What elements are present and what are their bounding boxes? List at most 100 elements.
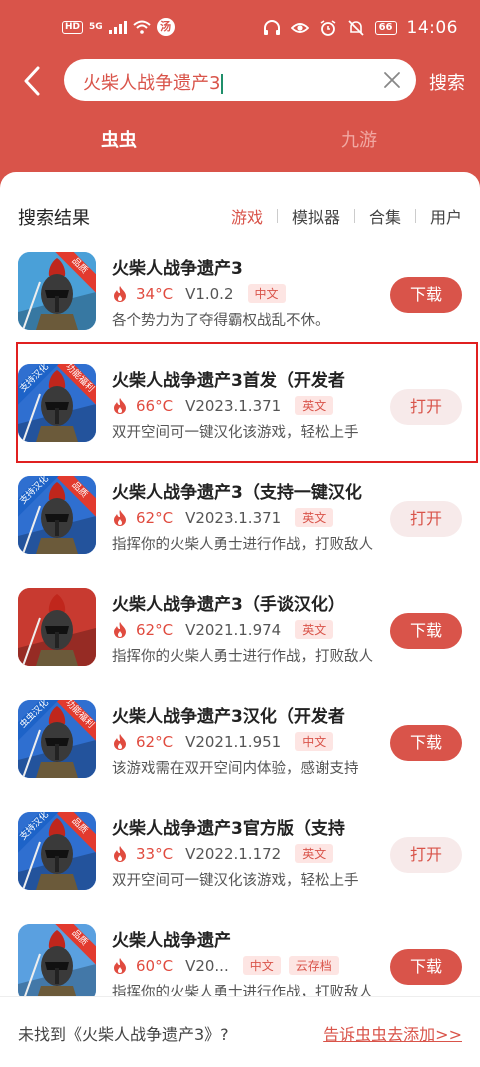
tab-chongchong[interactable]: 虫虫 [101,126,137,152]
battery-icon: 66 [374,21,397,35]
status-right: 66 14:06 [263,18,458,38]
version-label: V2023.1.371 [185,396,282,415]
network-type: 5G [89,22,103,32]
heat-value: 33°C [136,844,174,863]
request-add-link[interactable]: 告诉虫虫去添加>> [323,1021,462,1045]
game-description: 该游戏需在双开空间内体验，感谢支持 [112,761,359,777]
game-title: 火柴人战争遗产3汉化（开发者 [112,707,345,727]
language-tag: 英文 [295,508,334,527]
game-icon: 品质 [18,924,96,1002]
version-label: V1.0.2 [185,284,234,303]
heat-value: 60°C [136,956,174,975]
flame-icon [114,397,126,414]
result-item[interactable]: 功能福利 支持汉化 火柴人战争遗产3首发（开发者 66°C V2023.1.371 英文双… [0,360,480,472]
version-label: V20... [185,956,229,975]
game-description: 指挥你的火柴人勇士进行作战，打败敌人 [112,537,373,553]
version-label: V2021.1.974 [185,620,282,639]
open-button[interactable]: 打开 [390,501,462,537]
results-title: 搜索结果 [18,208,90,229]
download-button[interactable]: 下载 [390,949,462,985]
alarm-icon [320,20,336,36]
flame-icon [114,621,126,638]
divider [276,209,278,223]
download-button[interactable]: 下载 [390,725,462,761]
flame-icon [114,733,126,750]
flame-icon [114,845,126,862]
game-title: 火柴人战争遗产3（手谈汉化） [112,595,345,615]
game-meta: 34°C V1.0.2 中文 [112,284,294,303]
language-tag: 中文 [242,956,281,975]
game-meta: 66°C V2023.1.371 英文 [112,396,341,415]
result-item[interactable]: 品质 支持汉化 火柴人战争遗产3（支持一键汉化 62°C V2023.1.371 英文指挥… [0,472,480,584]
download-button[interactable]: 下载 [390,613,462,649]
mute-bell-icon [347,20,364,36]
language-tag: 英文 [295,396,334,415]
result-filters: 游戏 模拟器 合集 用户 [231,204,462,228]
game-icon: 品质 支持汉化 [18,812,96,890]
heat-value: 66°C [136,396,174,415]
heat-value: 34°C [136,284,174,303]
signal-icon [108,20,127,34]
filter-emulators[interactable]: 模拟器 [292,204,340,228]
back-arrow-icon[interactable] [18,64,50,98]
eye-icon [290,23,309,33]
filter-users[interactable]: 用户 [430,204,462,228]
result-item[interactable]: 品质 火柴人战争遗产3 34°C V1.0.2 中文各个势力为了夺得霸权战乱不休。 下载 [0,248,480,360]
heat-value: 62°C [136,508,174,527]
language-tag: 中文 [247,284,286,303]
app-notification-icon: 汤 [156,18,175,36]
results-panel: 搜索结果 游戏 模拟器 合集 用户 品质 火柴人战争遗产3 34°C V1.0.2 中文… [0,172,480,1067]
game-meta: 62°C V2021.1.951 中文 [112,732,341,751]
download-button[interactable]: 下载 [390,277,462,313]
result-item[interactable]: 功能福利 虫虫汉化 火柴人战争遗产3汉化（开发者 62°C V2021.1.951 中文该… [0,696,480,808]
game-meta: 33°C V2022.1.172 英文 [112,844,341,863]
game-description: 各个势力为了夺得霸权战乱不休。 [112,313,330,329]
filter-collections[interactable]: 合集 [369,204,401,228]
flame-icon [114,285,126,302]
heat-value: 62°C [136,732,174,751]
game-icon: 品质 支持汉化 [18,476,96,554]
game-description: 指挥你的火柴人勇士进行作战，打败敌人 [112,649,373,665]
search-button[interactable]: 搜索 [429,69,465,95]
clock: 14:06 [406,18,458,38]
game-title: 火柴人战争遗产3首发（开发者 [112,371,345,391]
language-tag: 英文 [295,844,334,863]
heat-value: 62°C [136,620,174,639]
game-title: 火柴人战争遗产3官方版（支持 [112,819,345,839]
game-meta: 62°C V2023.1.371 英文 [112,508,341,527]
open-button[interactable]: 打开 [390,837,462,873]
game-icon: 品质 [18,252,96,330]
divider [353,209,355,223]
divider [414,209,416,223]
game-title: 火柴人战争遗产3 [112,259,243,279]
clear-icon[interactable] [382,70,402,90]
version-label: V2023.1.371 [185,508,282,527]
result-item[interactable]: 火柴人战争遗产3（手谈汉化） 62°C V2021.1.974 英文指挥你的火柴人勇士… [0,584,480,696]
footer-bar: 未找到《火柴人战争遗产3》? 告诉虫虫去添加>> [0,996,480,1067]
filter-games[interactable]: 游戏 [231,204,263,228]
text-cursor [221,74,224,94]
flame-icon [114,957,126,974]
headphones-icon [263,20,280,35]
game-description: 双开空间可一键汉化该游戏，轻松上手 [112,425,359,441]
search-input[interactable]: 火柴人战争遗产3 [64,59,416,101]
game-meta: 60°C V20... 中文 云存档 [112,956,347,975]
search-query-text: 火柴人战争遗产3 [83,73,221,94]
hd-indicator: HD [62,20,84,34]
game-title: 火柴人战争遗产3（支持一键汉化 [112,483,362,503]
language-tag: 英文 [295,620,334,639]
not-found-note: 未找到《火柴人战争遗产3》? [18,1025,229,1044]
version-label: V2021.1.951 [185,732,282,751]
version-label: V2022.1.172 [185,844,282,863]
result-item[interactable]: 品质 支持汉化 火柴人战争遗产3官方版（支持 33°C V2022.1.172 英文双开空… [0,808,480,920]
status-bar: HD 5G 汤 66 14:06 [0,0,480,54]
status-left: HD 5G 汤 [62,18,175,36]
open-button[interactable]: 打开 [390,389,462,425]
wifi-icon [133,20,151,34]
tab-jiuyou[interactable]: 九游 [341,126,377,152]
game-icon [18,588,96,666]
game-description: 双开空间可一键汉化该游戏，轻松上手 [112,873,359,889]
game-meta: 62°C V2021.1.974 英文 [112,620,341,639]
game-icon: 功能福利 支持汉化 [18,364,96,442]
game-icon: 功能福利 虫虫汉化 [18,700,96,778]
